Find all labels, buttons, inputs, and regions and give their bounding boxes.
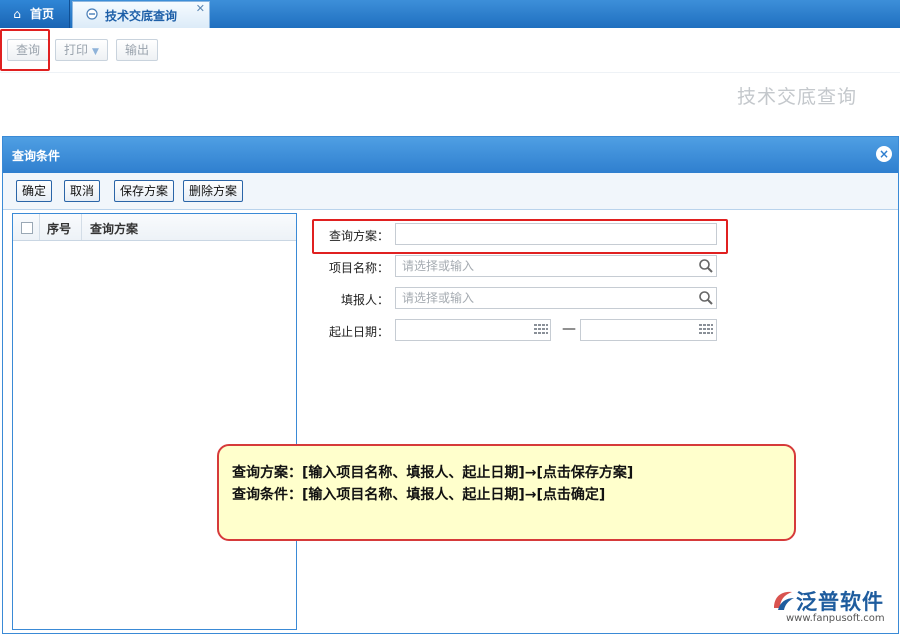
chevron-down-icon: ▼: [92, 47, 99, 57]
project-name-input[interactable]: [395, 255, 717, 277]
export-button[interactable]: 输出: [116, 39, 159, 61]
brand-name: 泛普软件: [796, 590, 884, 614]
delete-plan-button[interactable]: 删除方案: [183, 180, 244, 202]
select-all-checkbox[interactable]: [21, 222, 33, 234]
highlight-box-query: [0, 29, 50, 71]
column-header-plan: 查询方案: [90, 222, 139, 236]
dialog-toolbar: 确定 取消 保存方案 删除方案: [3, 173, 898, 210]
project-label: 项目名称：: [329, 261, 390, 275]
page-icon: [85, 2, 99, 30]
tab-query-label: 技术交底查询: [105, 9, 178, 23]
close-icon[interactable]: ×: [876, 146, 892, 162]
toolbar: 查询 打印 ▼ 输出: [0, 28, 900, 73]
date-separator: —: [562, 321, 576, 337]
dialog-header: 查询条件 ×: [3, 137, 898, 173]
plan-list-panel: 序号 查询方案: [12, 213, 297, 630]
search-icon[interactable]: [698, 290, 714, 306]
search-icon[interactable]: [698, 258, 714, 274]
tab-home-label: 首页: [30, 7, 55, 21]
cancel-button[interactable]: 取消: [64, 180, 101, 202]
dialog-title: 查询条件: [12, 149, 61, 163]
list-header: 序号 查询方案: [13, 214, 296, 241]
page-title: 技术交底查询: [737, 86, 858, 108]
end-date-input[interactable]: [580, 319, 717, 341]
callout-line-plan: 查询方案：[输入项目名称、填报人、起止日期]→[点击保存方案]: [232, 465, 634, 481]
print-label: 打印: [64, 43, 89, 57]
brand-mark-icon: [774, 591, 794, 610]
instruction-callout: 查询方案：[输入项目名称、填报人、起止日期]→[点击保存方案] 查询条件：[输入…: [217, 444, 796, 541]
home-icon: ⌂: [13, 7, 21, 21]
column-header-seq: 序号: [47, 222, 72, 236]
print-button[interactable]: 打印 ▼: [55, 39, 108, 61]
tab-home[interactable]: ⌂ 首页: [0, 0, 70, 28]
column-divider: [39, 214, 40, 240]
date-range-label: 起止日期：: [329, 325, 390, 339]
brand-url: www.fanpusoft.com: [786, 613, 885, 624]
highlight-box-plan: [312, 219, 728, 254]
tab-tech-disclosure-query[interactable]: 技术交底查询 ✕: [72, 1, 210, 28]
tab-bar: ⌂ 首页 技术交底查询 ✕: [0, 0, 900, 28]
column-divider: [81, 214, 82, 240]
reporter-input[interactable]: [395, 287, 717, 309]
save-plan-button[interactable]: 保存方案: [114, 180, 175, 202]
confirm-button[interactable]: 确定: [16, 180, 53, 202]
brand-logo: 泛普软件 www.fanpusoft.com: [770, 588, 900, 634]
reporter-label: 填报人：: [341, 293, 390, 307]
calendar-icon[interactable]: [698, 322, 714, 338]
close-icon[interactable]: ✕: [196, 0, 205, 23]
callout-line-conditions: 查询条件：[输入项目名称、填报人、起止日期]→[点击确定]: [232, 487, 606, 503]
calendar-icon[interactable]: [533, 322, 549, 338]
start-date-input[interactable]: [395, 319, 551, 341]
query-conditions-dialog: 查询条件 × 确定 取消 保存方案 删除方案 序号 查询方案: [2, 136, 899, 634]
